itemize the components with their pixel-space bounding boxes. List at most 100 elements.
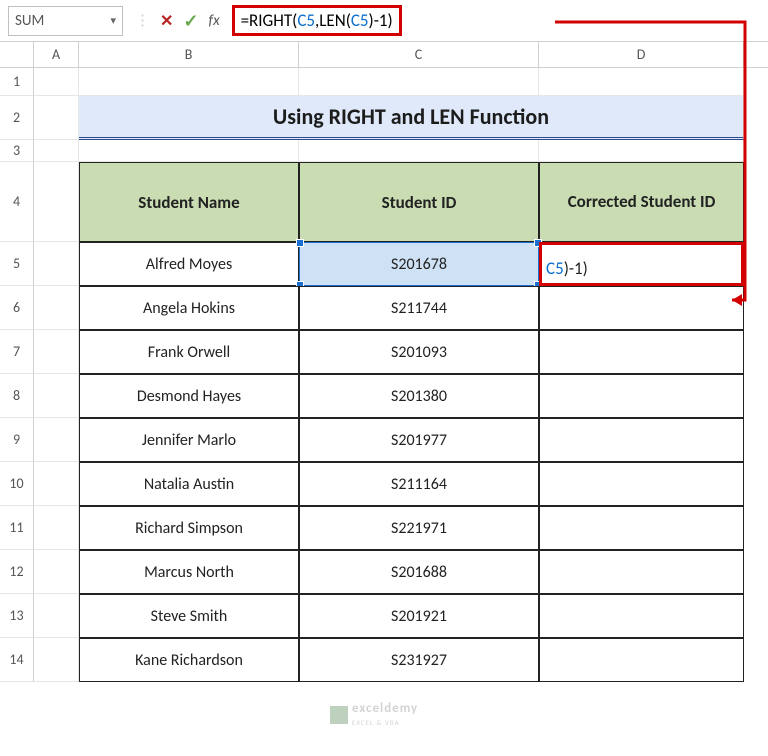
cell-C3[interactable]	[299, 140, 539, 162]
formula-bar-icons: ⋮ ✕ ✓ fx	[127, 10, 228, 32]
row-header-8[interactable]: 8	[0, 374, 34, 418]
cell-B12[interactable]: Marcus North	[79, 550, 299, 594]
cell-B1[interactable]	[79, 68, 299, 96]
cell-B6[interactable]: Angela Hokins	[79, 286, 299, 330]
cell-D8[interactable]	[539, 374, 744, 418]
header-d-text: Corrected Student ID	[568, 192, 716, 212]
cell-A3[interactable]	[34, 140, 79, 162]
cell-B10[interactable]: Natalia Austin	[79, 462, 299, 506]
title-cell[interactable]: Using RIGHT and LEN Function	[79, 96, 744, 140]
select-all-corner[interactable]	[0, 42, 34, 67]
cell-A1[interactable]	[34, 68, 79, 96]
cell-A5[interactable]	[34, 242, 79, 286]
formula-token: RIGHT	[249, 10, 292, 31]
watermark-icon	[330, 706, 348, 724]
formula-token: LEN	[319, 10, 345, 31]
col-header-D[interactable]: D	[539, 42, 744, 67]
cell-D14[interactable]	[539, 638, 744, 682]
header-b-text: Student Name	[138, 192, 239, 213]
name-box[interactable]: SUM ▾	[8, 6, 123, 36]
row-header-2[interactable]: 2	[0, 96, 34, 140]
cell-A11[interactable]	[34, 506, 79, 550]
cancel-icon[interactable]: ✕	[160, 11, 173, 31]
cell-A13[interactable]	[34, 594, 79, 638]
header-c-text: Student ID	[382, 192, 457, 213]
cell-D10[interactable]	[539, 462, 744, 506]
cell-A14[interactable]	[34, 638, 79, 682]
cell-B3[interactable]	[79, 140, 299, 162]
row-header-9[interactable]: 9	[0, 418, 34, 462]
formula-input[interactable]: =RIGHT(C5,LEN(C5)-1)	[228, 5, 768, 36]
fx-icon[interactable]: fx	[209, 12, 220, 30]
cell-A10[interactable]	[34, 462, 79, 506]
watermark: exceldemy EXCEL & VBA	[330, 702, 418, 728]
cell-C14[interactable]: S231927	[299, 638, 539, 682]
cell-C5-value: S201678	[391, 255, 447, 274]
cell-C12[interactable]: S201688	[299, 550, 539, 594]
cell-A9[interactable]	[34, 418, 79, 462]
row-header-1[interactable]: 1	[0, 68, 34, 96]
cell-C8[interactable]: S201380	[299, 374, 539, 418]
cell-A7[interactable]	[34, 330, 79, 374]
header-student-id[interactable]: Student ID	[299, 162, 539, 242]
watermark-line1: exceldemy	[352, 701, 418, 716]
col-header-C[interactable]: C	[299, 42, 539, 67]
cell-A8[interactable]	[34, 374, 79, 418]
row-header-13[interactable]: 13	[0, 594, 34, 638]
cell-B7[interactable]: Frank Orwell	[79, 330, 299, 374]
cell-D12[interactable]	[539, 550, 744, 594]
cell-A12[interactable]	[34, 550, 79, 594]
col-header-B[interactable]: B	[79, 42, 299, 67]
watermark-line2: EXCEL & VBA	[352, 718, 400, 727]
cell-D11[interactable]	[539, 506, 744, 550]
cell-B8[interactable]: Desmond Hayes	[79, 374, 299, 418]
cell-D5[interactable]: C5)-1)	[539, 242, 744, 286]
row-header-4[interactable]: 4	[0, 162, 34, 242]
row-header-11[interactable]: 11	[0, 506, 34, 550]
cell-C13[interactable]: S201921	[299, 594, 539, 638]
cell-D13[interactable]	[539, 594, 744, 638]
formula-token: C5	[351, 10, 369, 31]
cell-C5[interactable]: S201678	[299, 242, 539, 286]
cell-B9[interactable]: Jennifer Marlo	[79, 418, 299, 462]
formula-bar: SUM ▾ ⋮ ✕ ✓ fx =RIGHT(C5,LEN(C5)-1)	[0, 0, 768, 42]
cell-A4[interactable]	[34, 162, 79, 242]
cell-D3[interactable]	[539, 140, 744, 162]
cell-A6[interactable]	[34, 286, 79, 330]
header-corrected-id[interactable]: Corrected Student ID	[539, 162, 744, 242]
enter-icon[interactable]: ✓	[183, 10, 198, 32]
formula-highlight-frame: =RIGHT(C5,LEN(C5)-1)	[232, 5, 402, 36]
cell-D9[interactable]	[539, 418, 744, 462]
cell-D6[interactable]	[539, 286, 744, 330]
row-header-14[interactable]: 14	[0, 638, 34, 682]
cell-C6[interactable]: S211744	[299, 286, 539, 330]
cell-A2[interactable]	[34, 96, 79, 140]
divider-icon: ⋮	[135, 11, 150, 30]
cell-C11[interactable]: S221971	[299, 506, 539, 550]
formula-token: -1)	[374, 10, 393, 31]
formula-token: C5	[297, 10, 315, 31]
row-header-3[interactable]: 3	[0, 140, 34, 162]
row-header-12[interactable]: 12	[0, 550, 34, 594]
col-header-A[interactable]: A	[34, 42, 79, 67]
cell-C9[interactable]: S201977	[299, 418, 539, 462]
cell-D1[interactable]	[539, 68, 744, 96]
name-box-dropdown-icon[interactable]: ▾	[110, 14, 116, 27]
cell-C7[interactable]: S201093	[299, 330, 539, 374]
selection-handle[interactable]	[296, 239, 304, 247]
row-header-5[interactable]: 5	[0, 242, 34, 286]
cell-C10[interactable]: S211164	[299, 462, 539, 506]
cell-B13[interactable]: Steve Smith	[79, 594, 299, 638]
row-header-10[interactable]: 10	[0, 462, 34, 506]
header-student-name[interactable]: Student Name	[79, 162, 299, 242]
row-header-7[interactable]: 7	[0, 330, 34, 374]
cell-D7[interactable]	[539, 330, 744, 374]
cell-B5[interactable]: Alfred Moyes	[79, 242, 299, 286]
row-header-6[interactable]: 6	[0, 286, 34, 330]
cell-D5-editing-text: C5)-1)	[546, 258, 588, 279]
cell-B11[interactable]: Richard Simpson	[79, 506, 299, 550]
cell-B14[interactable]: Kane Richardson	[79, 638, 299, 682]
cell-C1[interactable]	[299, 68, 539, 96]
name-box-value: SUM	[15, 12, 44, 30]
spreadsheet-grid: 1 2 Using RIGHT and LEN Function 3 4 Stu…	[0, 68, 768, 682]
